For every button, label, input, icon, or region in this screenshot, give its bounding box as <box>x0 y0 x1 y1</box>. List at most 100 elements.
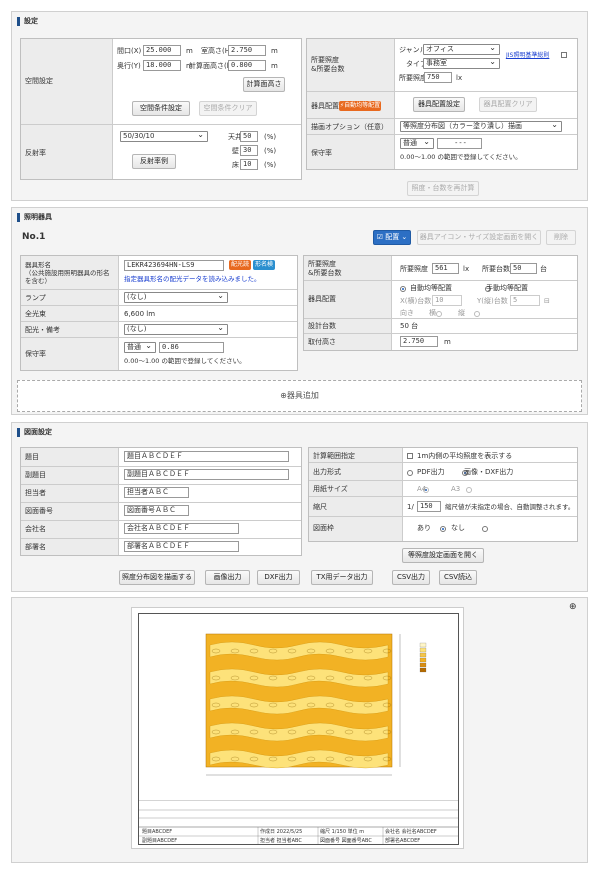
reflectance-example-button[interactable]: 反射率例 <box>132 154 176 169</box>
horizontal-radio[interactable] <box>436 311 443 317</box>
model-label: 器具形名 （公共施設用照明器具の形名 を含む） <box>25 261 110 285</box>
vertical-radio[interactable] <box>473 311 480 317</box>
fixture-title: 照明器具 <box>17 213 52 222</box>
drawing-field-input[interactable]: 副題目ＡＢＣＤＥＦ <box>124 469 289 480</box>
drawing-action-button[interactable]: 画像出力 <box>205 570 250 585</box>
floor-reflect-input[interactable]: 10 <box>240 159 258 170</box>
inner-average-checkbox[interactable] <box>407 453 413 459</box>
drawing-action-button[interactable]: TX用データ出力 <box>311 570 373 585</box>
drawing-field-label: 副題目 <box>25 471 46 479</box>
drawing-options-box: 計算範囲指定 1m内側の平均照度を表示する 出力形式 PDF出力 画像・DXF出… <box>308 447 578 542</box>
legend-swatch <box>419 642 427 648</box>
wall-reflect-input[interactable]: 30 <box>240 145 258 156</box>
drawing-field-input[interactable]: 図面番号ＡＢＣ <box>124 505 189 516</box>
depth-input[interactable]: 18.000 <box>143 60 181 71</box>
drawing-field-input[interactable]: 部署名ＡＢＣＤＥＦ <box>124 541 239 552</box>
distribution-select[interactable]: (なし) <box>124 324 228 335</box>
lumen-value: 6,600 lm <box>124 310 156 318</box>
model-note: 指定器具形名の配光データを読み込みました。 <box>124 275 261 283</box>
model-input[interactable]: LEKR423694HN-LS9 <box>124 260 224 271</box>
legend-swatch <box>419 662 427 668</box>
drawing-field-label: 会社名 <box>25 525 46 533</box>
legend-swatch <box>419 652 427 658</box>
drawing-field-input[interactable]: 担当者ＡＢＣ <box>124 487 189 498</box>
drawing-title: 図面設定 <box>17 428 52 437</box>
layout-set-button[interactable]: 器具配置設定 <box>413 97 465 112</box>
scale-input[interactable]: 150 <box>417 501 441 512</box>
drawing-field-input[interactable]: 会社名ＡＢＣＤＥＦ <box>124 523 239 534</box>
fixture-left-box: 器具形名 （公共施設用照明器具の形名 を含む） LEKR423694HN-LS9… <box>20 255 298 371</box>
recalc-button[interactable]: 照度・台数を再計算 <box>407 181 479 196</box>
iso-settings-button[interactable]: 等照度設定画面を開く <box>402 548 484 563</box>
required-lux-input[interactable]: 750 <box>424 72 452 83</box>
drawing-action-button[interactable]: CSV読込 <box>439 570 477 585</box>
maint-input[interactable]: --- <box>437 138 482 149</box>
fixture-panel: 照明器具 No.1 ☑ 配置 ⌄ 器具アイコン・サイズ設定画面を開く 削除 器具… <box>11 207 588 415</box>
room-condition-button[interactable]: 空間条件設定 <box>132 101 190 116</box>
legend-swatch <box>419 647 427 653</box>
pdf-radio[interactable] <box>407 470 413 476</box>
draw-option-label: 描画オプション（任意） <box>311 123 388 131</box>
ceiling-reflect-input[interactable]: 50 <box>240 131 258 142</box>
room-settings-box: 空間設定 間口(X) 25.000 m 奥行(Y) 18.000 m 室高さ(H… <box>20 38 302 180</box>
jis-link[interactable]: JIS照明基準総則 <box>506 51 549 60</box>
maint-label: 保守率 <box>311 149 332 157</box>
auto-layout-radio[interactable] <box>400 286 406 292</box>
jis-checkbox[interactable] <box>561 52 567 58</box>
fixture-right-box: 所要照度 &所要台数 所要照度 561 lx 所要台数 50 台 器具配置 自動… <box>303 255 578 351</box>
add-fixture-button[interactable]: ⊕器具追加 <box>17 380 582 412</box>
drawing-field-label: 担当者 <box>25 489 46 497</box>
drawing-action-button[interactable]: DXF出力 <box>257 570 300 585</box>
a3-radio[interactable] <box>465 487 472 493</box>
drawing-panel: 図面設定 題目 題目ＡＢＣＤＥＦ 副題目 副題目ＡＢＣＤＥＦ 担当者 担当者ＡＢＣ 図面番号… <box>11 422 588 592</box>
drawing-fields-box: 題目 題目ＡＢＣＤＥＦ 副題目 副題目ＡＢＣＤＥＦ 担当者 担当者ＡＢＣ 図面番号 図面番号Ａ… <box>20 447 302 556</box>
delete-button[interactable]: 削除 <box>546 230 576 245</box>
auto-layout-badge: ⚡自動均等配置 <box>339 101 381 111</box>
calc-height-button[interactable]: 計算面高さ <box>243 77 285 92</box>
frame-no-radio[interactable] <box>482 526 489 532</box>
fixture-number: No.1 <box>22 232 46 242</box>
legend-swatch <box>419 657 427 663</box>
draw-option-select[interactable]: 等照度分布図（カラー塗り潰し）描画 <box>400 121 562 132</box>
fixture-lux-input[interactable]: 561 <box>432 263 459 274</box>
model-search-badge[interactable]: 形名検索 <box>253 260 275 278</box>
width-input[interactable]: 25.000 <box>143 45 181 56</box>
target-settings-box: 所要照度 &所要台数 ジャンル オフィス JIS照明基準総則 タイプ 事務室 所… <box>306 38 578 170</box>
zoom-in-icon[interactable]: ⊕ <box>569 603 577 612</box>
x-count-input[interactable]: 10 <box>432 295 462 306</box>
ceiling-height-input[interactable]: 2.750 <box>228 45 266 56</box>
reflectance-label: 反射率 <box>25 149 46 157</box>
icon-size-button[interactable]: 器具アイコン・サイズ設定画面を開く <box>417 230 541 245</box>
load-distribution-badge[interactable]: 配光読込 <box>229 260 251 278</box>
drawing-field-label: 部署名 <box>25 543 46 551</box>
design-count: 50 台 <box>400 322 419 330</box>
settings-panel: 設定 空間設定 間口(X) 25.000 m 奥行(Y) 18.000 m 室高… <box>11 11 588 201</box>
maint-select[interactable]: 普通 <box>400 138 434 149</box>
layout-label: 器具配置 <box>311 102 339 110</box>
check-icon: ☑ <box>376 233 386 241</box>
y-count-input[interactable]: 5 <box>510 295 540 306</box>
fixture-maint-input[interactable]: 0.86 <box>159 342 224 353</box>
genre-select[interactable]: オフィス <box>423 44 500 55</box>
drawing-action-button[interactable]: CSV出力 <box>392 570 430 585</box>
calc-height-input[interactable]: 0.800 <box>228 60 266 71</box>
target-label: 所要照度 &所要台数 <box>311 56 345 73</box>
settings-title: 設定 <box>17 17 38 26</box>
fixture-maint-select[interactable]: 普通 <box>124 342 156 353</box>
preview-panel: ⊕ 題目ABCDEF 副題目ABCDEF 作成日 2022/5/25 縮尺 1/… <box>11 597 588 863</box>
drawing-field-label: 図面番号 <box>25 507 53 515</box>
drawing-sheet: 題目ABCDEF 副題目ABCDEF 作成日 2022/5/25 縮尺 1/15… <box>131 607 464 849</box>
legend-swatch <box>419 667 427 673</box>
reflectance-select[interactable]: 50/30/10 <box>120 131 208 142</box>
layout-clear-button[interactable]: 器具配置クリア <box>479 97 537 112</box>
room-condition-clear-button[interactable]: 空間条件クリア <box>199 101 257 116</box>
fixture-count-input[interactable]: 50 <box>510 263 537 274</box>
place-button[interactable]: ☑ 配置 ⌄ <box>373 230 411 245</box>
mount-height-input[interactable]: 2.750 <box>400 336 438 347</box>
room-label: 空間設定 <box>25 77 53 85</box>
lamp-select[interactable]: (なし) <box>124 292 228 303</box>
frame-yes-radio[interactable] <box>439 526 446 532</box>
drawing-field-input[interactable]: 題目ＡＢＣＤＥＦ <box>124 451 289 462</box>
type-select[interactable]: 事務室 <box>423 58 500 69</box>
drawing-action-button[interactable]: 照度分布図を描画する <box>119 570 195 585</box>
